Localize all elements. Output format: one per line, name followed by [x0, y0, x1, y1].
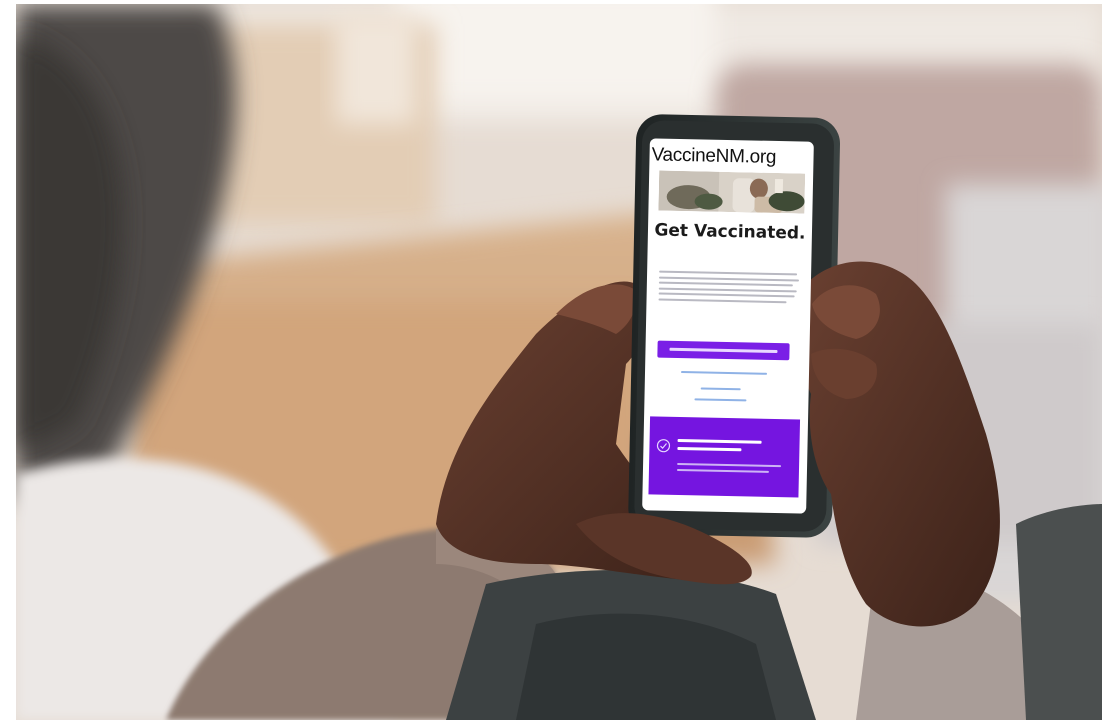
hero-photo	[658, 170, 806, 214]
schedule-online-card[interactable]	[648, 416, 801, 498]
photo-illustration	[16, 4, 1102, 720]
intro-paragraph	[658, 270, 801, 307]
schedule-appointment-button[interactable]	[657, 340, 790, 361]
check-circle-icon	[656, 439, 671, 453]
link-2[interactable]	[700, 387, 741, 391]
link-3[interactable]	[694, 398, 747, 402]
photo	[16, 4, 1102, 720]
page-headline: Get Vaccinated.	[654, 220, 806, 244]
scene: VaccineNM.org Get Vaccinated.	[0, 0, 1117, 726]
hero-image	[658, 170, 806, 214]
site-domain: VaccineNM.org	[651, 144, 777, 168]
phone-screen: VaccineNM.org Get Vaccinated.	[642, 138, 814, 514]
link-1[interactable]	[681, 371, 768, 375]
